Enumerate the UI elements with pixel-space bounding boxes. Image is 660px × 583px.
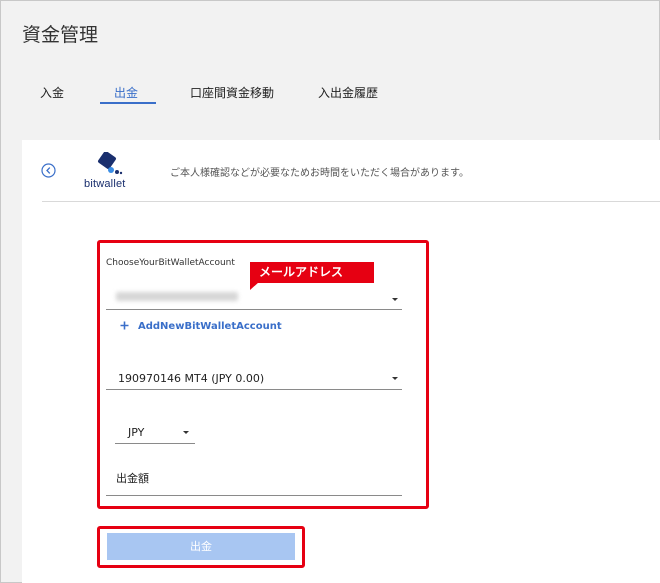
withdraw-amount-input[interactable]: 出金額 (106, 464, 402, 496)
chevron-left-circle-icon[interactable] (41, 163, 56, 178)
trading-account-value: 190970146 MT4 (JPY 0.00) (118, 372, 265, 385)
caret-down-icon (392, 298, 398, 301)
amount-placeholder: 出金額 (116, 472, 149, 485)
currency-value: JPY (128, 426, 145, 439)
currency-select[interactable]: JPY (115, 422, 195, 444)
active-tab-indicator (100, 102, 156, 104)
plus-icon[interactable] (120, 321, 129, 330)
bitwallet-logo-icon (98, 152, 123, 175)
tab-deposit[interactable]: 入金 (40, 84, 64, 101)
blurred-email-value (116, 292, 238, 301)
withdraw-submit-button[interactable]: 出金 (107, 533, 295, 560)
caret-down-icon (392, 377, 398, 380)
logo-text: bitwallet (84, 178, 126, 190)
bitwallet-logo: bitwallet (84, 152, 136, 192)
page-title: 資金管理 (22, 24, 99, 46)
account-field-label: ChooseYourBitWalletAccount (106, 258, 235, 268)
withdraw-card: bitwallet ご本人様確認などが必要なためお時間をいただく場合があります。… (22, 140, 660, 583)
tab-history[interactable]: 入出金履歴 (318, 84, 378, 101)
add-wallet-account-link[interactable]: AddNewBitWalletAccount (138, 321, 282, 332)
email-callout: メールアドレス (250, 262, 374, 283)
divider (42, 201, 660, 202)
tab-account-transfer[interactable]: 口座間資金移動 (190, 84, 274, 101)
wallet-account-select[interactable] (106, 288, 402, 310)
tab-withdraw[interactable]: 出金 (114, 84, 138, 101)
trading-account-select[interactable]: 190970146 MT4 (JPY 0.00) (106, 368, 402, 390)
notice-text: ご本人様確認などが必要なためお時間をいただく場合があります。 (170, 168, 469, 179)
caret-down-icon (183, 431, 189, 434)
